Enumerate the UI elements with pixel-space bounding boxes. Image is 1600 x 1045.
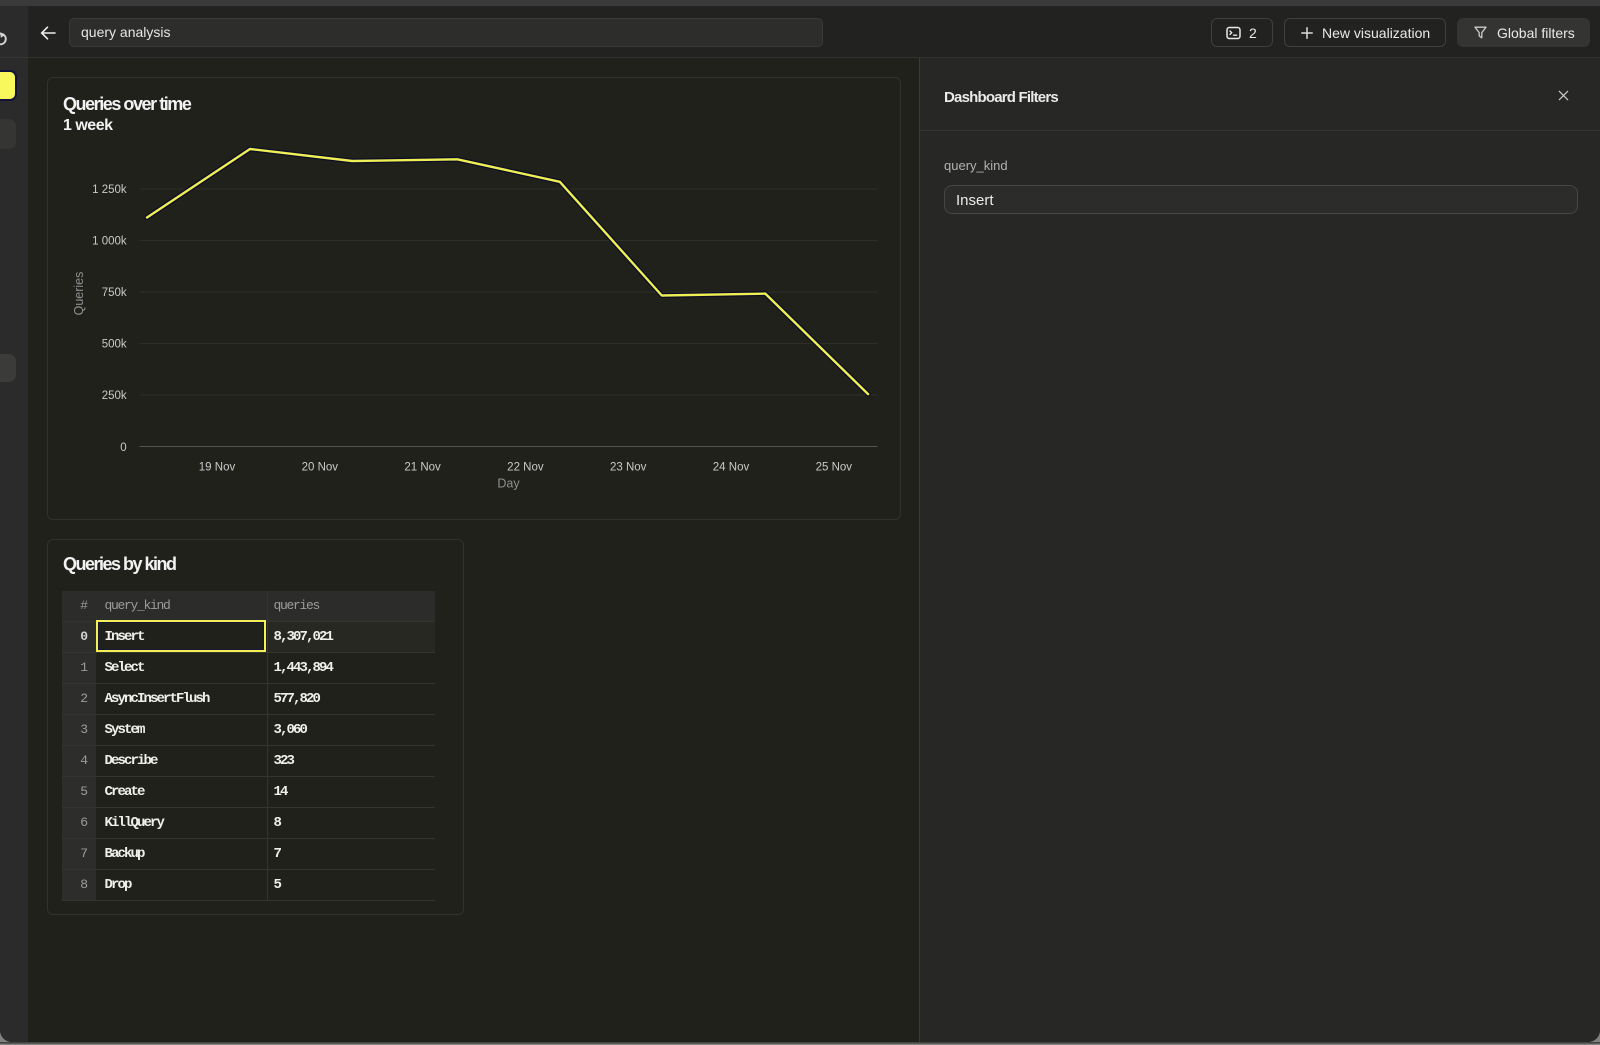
svg-text:1 000k: 1 000k bbox=[92, 236, 127, 248]
svg-text:19 Nov: 19 Nov bbox=[199, 462, 236, 474]
svg-text:24 Nov: 24 Nov bbox=[713, 462, 750, 474]
svg-text:Queries: Queries bbox=[72, 272, 86, 316]
svg-text:21 Nov: 21 Nov bbox=[404, 462, 441, 474]
svg-text:22 Nov: 22 Nov bbox=[507, 462, 544, 474]
svg-text:20 Nov: 20 Nov bbox=[302, 462, 339, 474]
svg-text:1 250k: 1 250k bbox=[92, 184, 127, 196]
svg-text:500k: 500k bbox=[102, 339, 127, 351]
svg-text:23 Nov: 23 Nov bbox=[610, 462, 647, 474]
svg-text:Day: Day bbox=[497, 477, 520, 491]
svg-text:250k: 250k bbox=[102, 390, 127, 402]
svg-text:25 Nov: 25 Nov bbox=[816, 462, 853, 474]
svg-text:750k: 750k bbox=[102, 287, 127, 299]
svg-text:0: 0 bbox=[120, 442, 126, 454]
